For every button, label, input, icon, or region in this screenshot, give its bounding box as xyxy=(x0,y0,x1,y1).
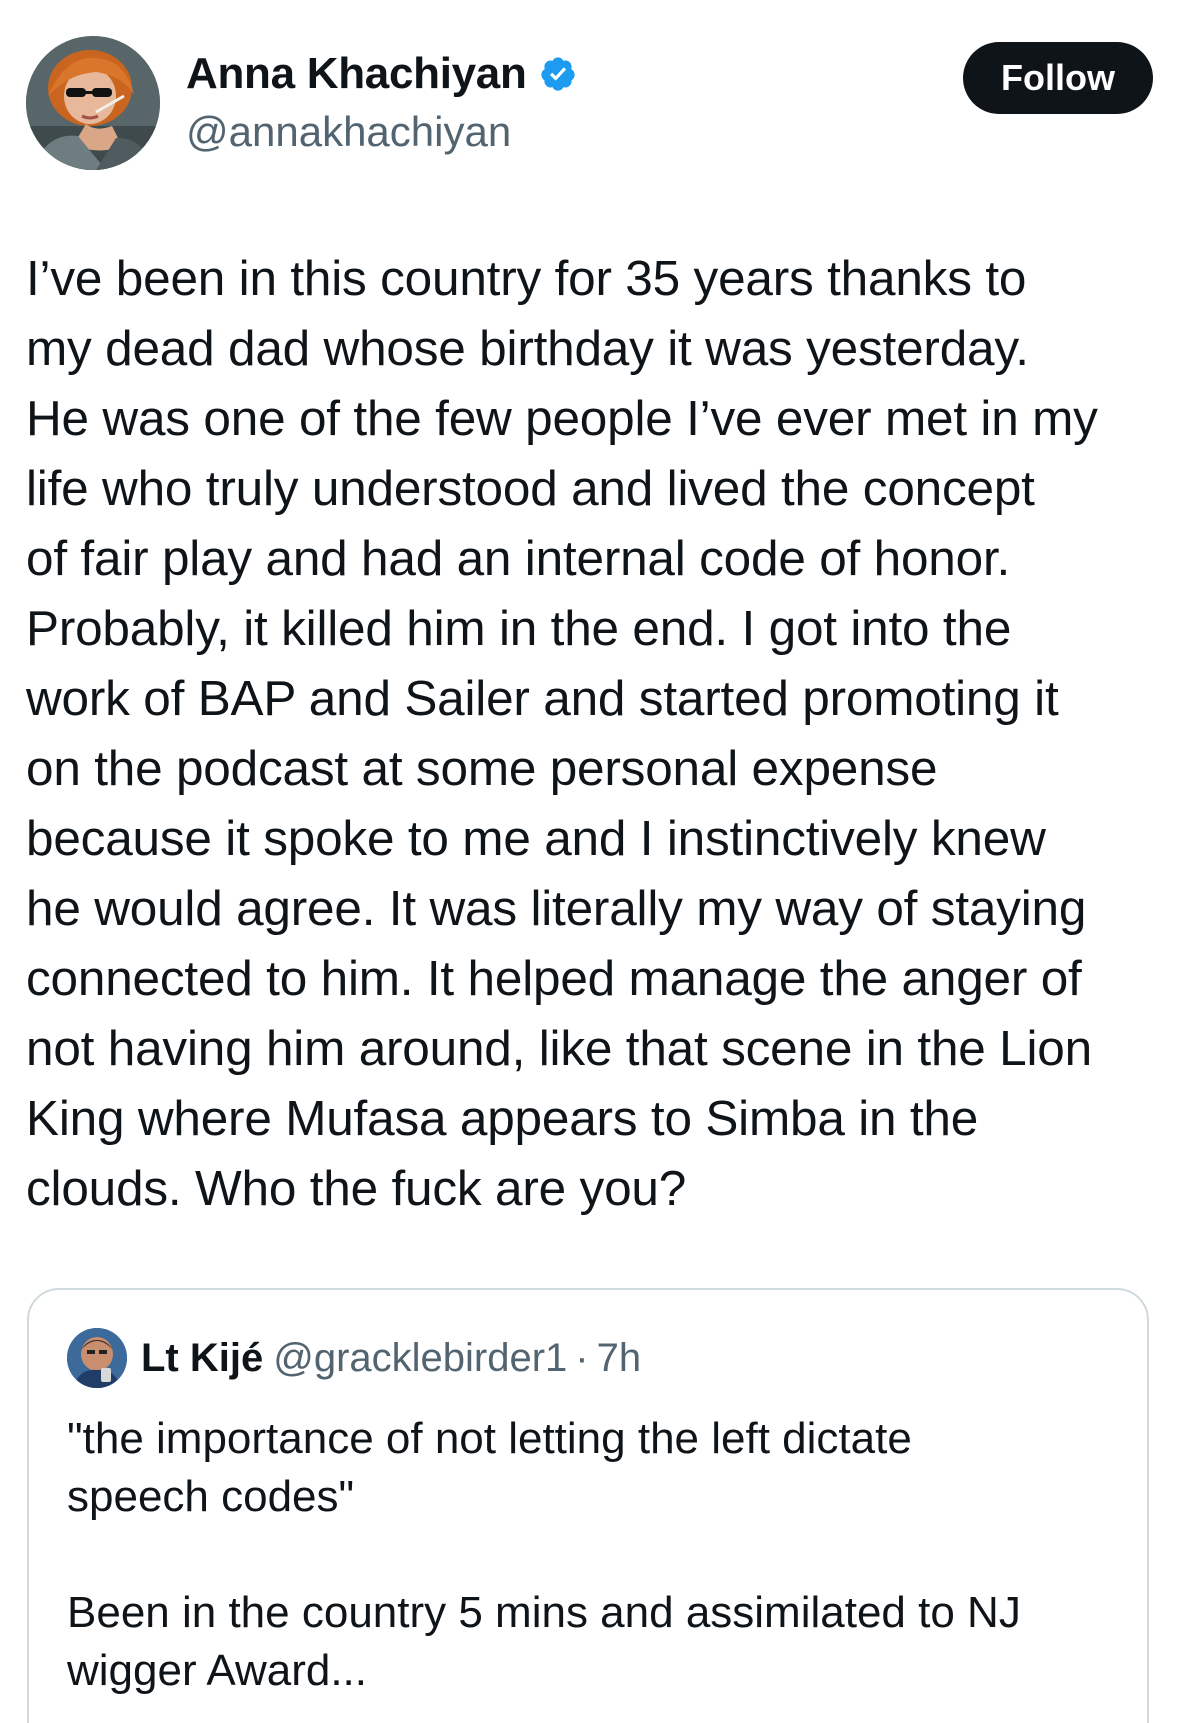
author-avatar[interactable] xyxy=(26,36,160,170)
quoted-tweet-header: Lt Kijé @gracklebirder1 · 7h xyxy=(67,1328,641,1388)
author-info: Anna Khachiyan @annakhachiyan xyxy=(186,46,577,166)
quoted-separator: · xyxy=(575,1335,589,1380)
profile-photo xyxy=(26,36,160,170)
author-name-row: Anna Khachiyan xyxy=(186,46,577,102)
quoted-tweet[interactable]: Lt Kijé @gracklebirder1 · 7h "the import… xyxy=(27,1288,1149,1723)
follow-button[interactable]: Follow xyxy=(963,42,1153,114)
verified-badge-icon[interactable] xyxy=(539,55,577,93)
tweet-page: Anna Khachiyan @annakhachiyan Follow I’v… xyxy=(0,0,1179,1723)
quoted-author-avatar[interactable] xyxy=(67,1328,127,1388)
quoted-profile-photo xyxy=(67,1328,127,1388)
quoted-author-display-name[interactable]: Lt Kijé xyxy=(141,1336,263,1381)
author-handle[interactable]: @annakhachiyan xyxy=(186,108,577,156)
quoted-author-handle[interactable]: @gracklebirder1 xyxy=(273,1336,567,1381)
quoted-tweet-body: "the importance of not letting the left … xyxy=(67,1414,1021,1695)
quoted-timestamp[interactable]: 7h xyxy=(597,1336,642,1381)
tweet-header: Anna Khachiyan @annakhachiyan Follow xyxy=(26,36,1157,172)
author-display-name[interactable]: Anna Khachiyan xyxy=(186,49,527,99)
tweet-body: I’ve been in this country for 35 years t… xyxy=(26,251,1098,1216)
